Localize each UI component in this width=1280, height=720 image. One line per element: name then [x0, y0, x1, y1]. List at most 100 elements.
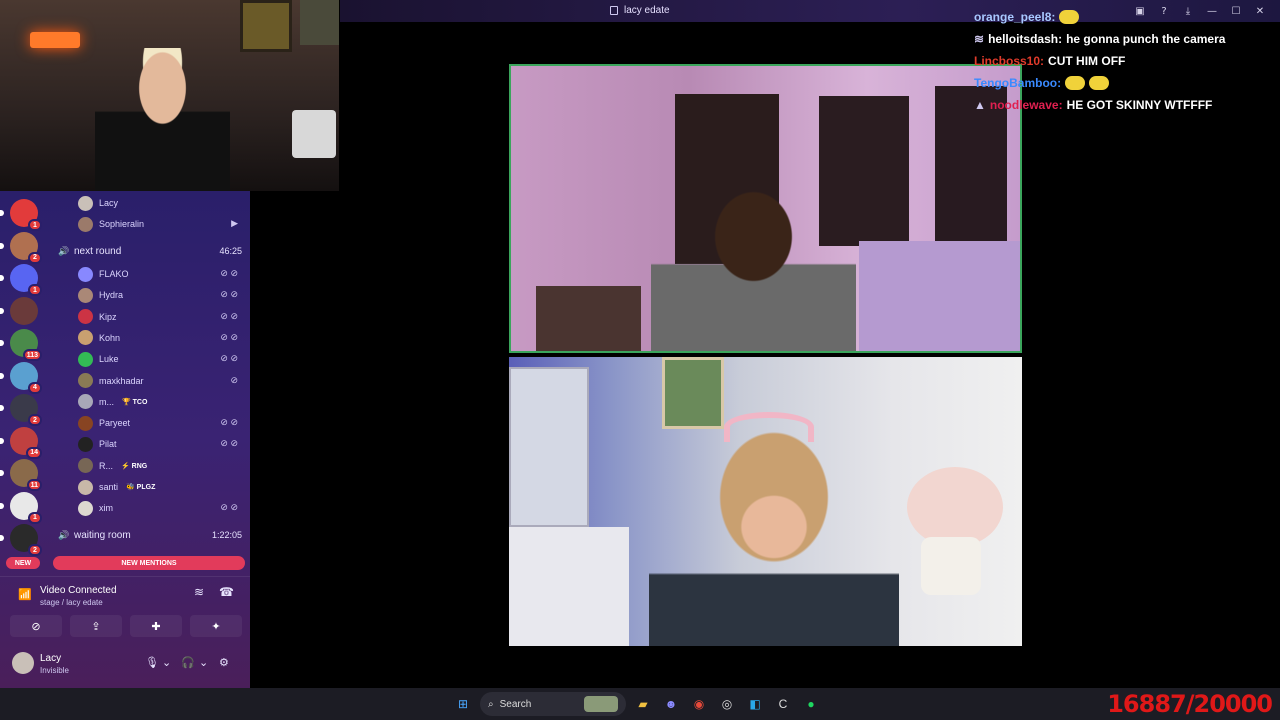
chevron-down-icon[interactable]: ⌄: [162, 656, 171, 669]
voice-member-name: FLAKO: [99, 269, 129, 279]
server-icon[interactable]: [0, 296, 38, 325]
avatar: [78, 216, 93, 232]
ccleaner-icon[interactable]: C: [772, 693, 794, 715]
voice-member[interactable]: FLAKO ⊘ ⊘: [78, 265, 238, 283]
screen-share-button[interactable]: ⇪: [70, 615, 122, 637]
disconnect-icon[interactable]: ☎: [219, 585, 234, 599]
mention-badge: 4: [28, 381, 42, 394]
start-icon[interactable]: ⊞: [452, 693, 474, 715]
avatar: [78, 351, 93, 367]
voice-channel-timer: 46:25: [219, 246, 242, 256]
voice-channel-name: waiting room: [74, 529, 131, 541]
unread-indicator: [0, 275, 4, 281]
mention-badge: 2: [28, 251, 42, 264]
spotify-icon[interactable]: ●: [800, 693, 822, 715]
mention-badge: 2: [28, 414, 42, 426]
noise-suppression-icon[interactable]: ≋: [194, 585, 204, 599]
obs-icon[interactable]: ◎: [716, 693, 738, 715]
sub-goal-counter: 16887/20000: [1107, 690, 1273, 718]
avatar[interactable]: [12, 652, 34, 674]
taskbar-search[interactable]: ⌕ Search: [480, 692, 626, 716]
chrome-icon[interactable]: ◉: [688, 693, 710, 715]
new-mentions-button[interactable]: NEW MENTIONS: [53, 556, 245, 570]
video-tile-speaking[interactable]: [509, 64, 1022, 353]
unread-indicator: [0, 437, 4, 444]
avatar: [78, 415, 93, 431]
server-icon[interactable]: 2: [0, 524, 42, 556]
server-icon[interactable]: 2: [0, 231, 42, 264]
voice-channel-next-round[interactable]: 🔊 next round 46:25: [58, 242, 242, 260]
voice-member-name: Luke: [99, 354, 119, 365]
new-badge[interactable]: NEW: [6, 557, 40, 569]
voice-member[interactable]: Kohn ⊘ ⊘: [78, 329, 238, 347]
server-icon[interactable]: 4: [0, 361, 42, 394]
background-cabinet: [509, 367, 589, 527]
activities-button[interactable]: ✚: [130, 615, 182, 637]
voice-user[interactable]: Sophieralin ▶: [78, 215, 238, 233]
soundboard-button[interactable]: ✦: [190, 615, 242, 637]
voice-member[interactable]: Paryeet ⊘ ⊘: [78, 414, 238, 432]
avatar: [78, 195, 93, 211]
voice-member[interactable]: maxkhadar ⊘: [78, 372, 238, 390]
server-icon[interactable]: 1: [0, 264, 42, 296]
file-explorer-icon[interactable]: ▰: [632, 693, 654, 715]
voice-channel-waiting-room[interactable]: 🔊 waiting room 1:22:05: [58, 526, 242, 544]
avatar: [78, 266, 93, 282]
server-icon[interactable]: 2: [0, 394, 42, 426]
voice-connection-status: Video Connected: [40, 585, 117, 596]
voice-user[interactable]: Lacy: [78, 194, 238, 212]
voice-member-name: R...: [99, 460, 114, 471]
unread-indicator: [0, 372, 4, 379]
server-icon[interactable]: 11: [0, 459, 42, 491]
chat-username: Lincboss10:: [974, 54, 1045, 68]
window-title-text: lacy edate: [624, 5, 670, 16]
cat-ear-headset: [724, 412, 814, 442]
voice-member[interactable]: m... 🏆 TCO: [78, 393, 238, 411]
voice-user-name: Lacy: [99, 198, 119, 208]
muted-deafened-icons: ⊘ ⊘: [220, 310, 238, 321]
signal-icon: 📶: [18, 589, 32, 601]
voice-member[interactable]: xim ⊘ ⊘: [78, 499, 238, 517]
server-icon[interactable]: 113: [0, 329, 42, 361]
unread-indicator: [0, 535, 4, 541]
chat-message: orange_peel8:: [974, 6, 1274, 28]
unread-indicator: [0, 502, 4, 509]
mention-badge: 1: [28, 219, 42, 231]
discord-icon[interactable]: ☻: [660, 693, 682, 715]
server-icon[interactable]: 1: [0, 491, 42, 524]
badge-icon: ≋: [974, 32, 985, 46]
avatar: [78, 500, 93, 516]
app-icon[interactable]: ◧: [744, 693, 766, 715]
server-icon[interactable]: 1: [0, 199, 42, 231]
voice-member-name: Kohn: [99, 332, 121, 343]
avatar: [78, 309, 93, 325]
muted-deafened-icons: ⊘ ⊘: [220, 353, 238, 364]
microphone-icon[interactable]: 🎙: [145, 656, 159, 669]
muted-deafened-icons: ⊘ ⊘: [220, 268, 238, 278]
voice-member[interactable]: santi 🐝 PLGZ: [78, 478, 238, 496]
voice-member-name: Hydra: [99, 290, 124, 301]
headphones-icon[interactable]: 🎧: [181, 656, 195, 669]
video-tile[interactable]: [509, 357, 1022, 646]
chat-username: helloitsdash:: [988, 32, 1063, 46]
gear-icon[interactable]: ⚙: [219, 656, 229, 669]
voice-member[interactable]: Kipz ⊘ ⊘: [78, 308, 238, 326]
voice-connection-channel[interactable]: stage / lacy edate: [40, 598, 103, 607]
avatar: [78, 373, 93, 388]
voice-member[interactable]: Pilat ⊘ ⊘: [78, 435, 238, 453]
background-flowers: [907, 467, 1003, 547]
clan-tag: ⚡ RNG: [121, 462, 148, 470]
avatar: [78, 436, 93, 452]
voice-member[interactable]: Hydra ⊘ ⊘: [78, 286, 238, 304]
unread-indicator: [0, 307, 4, 314]
server-icon[interactable]: 14: [0, 426, 42, 459]
neon-sign: [30, 32, 80, 48]
clan-tag: 🏆 TCO: [122, 398, 148, 406]
voice-member[interactable]: Luke ⊘ ⊘: [78, 350, 238, 368]
chat-username: TengoBamboo:: [974, 76, 1062, 90]
camera-off-button[interactable]: ⊘: [10, 615, 62, 637]
voice-member[interactable]: R... ⚡ RNG: [78, 457, 238, 475]
chevron-down-icon[interactable]: ⌄: [199, 656, 208, 669]
streamer: [95, 48, 230, 191]
user-name: Lacy: [40, 653, 62, 664]
